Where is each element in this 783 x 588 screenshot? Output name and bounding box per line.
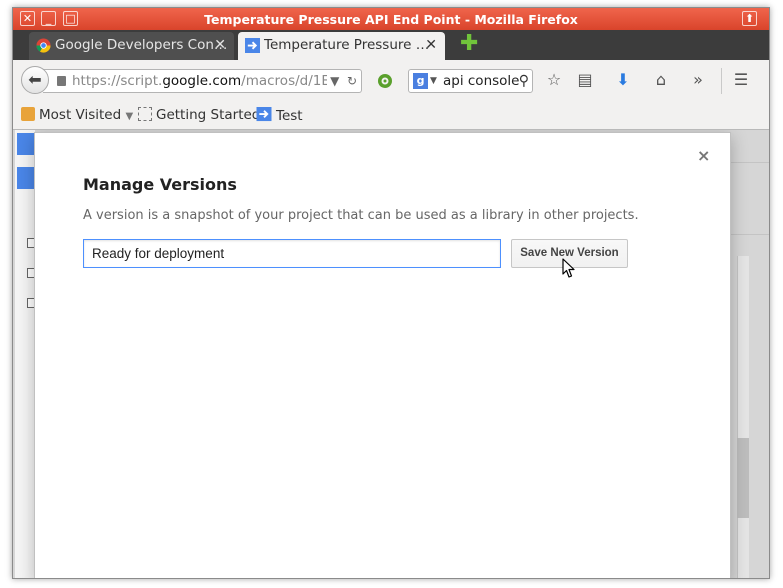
editor-sidebar [15, 130, 35, 578]
arrow-right-icon [256, 107, 272, 122]
new-tab-plus-icon[interactable]: ✚ [460, 33, 478, 55]
firefox-window: ✕ _ □ Temperature Pressure API End Point… [12, 7, 770, 579]
sidebar-blue-block [17, 167, 35, 189]
editor-divider [730, 162, 769, 163]
chevron-down-icon: ▼ [125, 111, 134, 122]
tab-label: Google Developers Con… [55, 37, 228, 53]
tab-close-icon[interactable]: ✕ [425, 32, 437, 59]
url-bar[interactable]: https://script.google.com/macros/d/1E9sI… [43, 69, 362, 93]
dialog-title: Manage Versions [83, 175, 237, 194]
dialog-description: A version is a snapshot of your project … [83, 208, 639, 223]
editor-divider [730, 234, 769, 235]
scrollbar-thumb[interactable] [737, 438, 749, 518]
home-icon[interactable]: ⌂ [651, 70, 671, 90]
bookmarks-menu-icon[interactable]: ▤ [575, 70, 595, 90]
editor-scrollbar[interactable] [737, 256, 749, 578]
mouse-pointer-icon [562, 258, 575, 278]
bookmark-label: Most Visited [39, 107, 122, 123]
version-description-input[interactable] [83, 239, 501, 268]
bookmark-getting-started[interactable]: Getting Started [138, 107, 260, 123]
rss-folder-icon [21, 107, 35, 121]
bookmark-star-icon[interactable]: ☆ [544, 70, 564, 90]
navigation-toolbar: https://script.google.com/macros/d/1E9sI… [13, 60, 769, 100]
reload-icon[interactable]: ↻ [347, 74, 357, 88]
chevron-down-icon: ▼ [430, 76, 437, 86]
window-title: Temperature Pressure API End Point - Moz… [204, 12, 578, 27]
lock-icon [57, 76, 66, 86]
back-arrow-icon: ⬅ [28, 70, 42, 89]
manage-versions-dialog: × Manage Versions A version is a snapsho… [34, 132, 731, 578]
toolbar-separator [721, 68, 722, 94]
tab-temperature-pressure[interactable]: Temperature Pressure … ✕ [238, 32, 445, 60]
tab-google-developers-console[interactable]: Google Developers Con… ✕ [29, 32, 234, 60]
search-icon[interactable]: ⚲ [519, 70, 529, 92]
bookmark-label: Test [276, 108, 303, 124]
arrow-right-icon [245, 38, 260, 53]
greasemonkey-icon[interactable] [376, 72, 394, 90]
overflow-chevron-icon[interactable]: » [688, 70, 708, 90]
downloads-icon[interactable]: ⬇ [613, 70, 633, 90]
dialog-close-icon[interactable]: × [697, 146, 710, 165]
search-bar[interactable]: g ▼ api console ⚲ [408, 69, 533, 93]
bookmark-label: Getting Started [156, 107, 261, 123]
url-scheme: https://script. [72, 73, 163, 89]
bookmark-test[interactable]: Test [256, 107, 303, 124]
bookmark-most-visited[interactable]: Most Visited ▼ [21, 107, 133, 123]
chrome-icon [36, 38, 51, 53]
url-bar-actions: ▼ ↻ [327, 70, 357, 92]
dashed-page-icon [138, 107, 152, 121]
tab-close-icon[interactable]: ✕ [214, 32, 226, 59]
sidebar-blue-block [17, 133, 35, 155]
google-search-engine-icon[interactable]: g [413, 73, 428, 89]
bookmarks-toolbar: Most Visited ▼ Getting Started Test [13, 100, 769, 130]
title-bar: ✕ _ □ Temperature Pressure API End Point… [13, 8, 769, 30]
hamburger-menu-icon[interactable]: ☰ [731, 70, 751, 90]
window-up-button[interactable]: ⬆ [742, 11, 757, 26]
back-button[interactable]: ⬅ [21, 66, 49, 94]
page-content: × Manage Versions A version is a snapsho… [13, 130, 769, 578]
tab-bar: Google Developers Con… ✕ Temperature Pre… [13, 30, 769, 60]
url-host: google.com [162, 73, 242, 89]
tab-label: Temperature Pressure … [264, 37, 430, 53]
search-query: api console [443, 73, 520, 89]
